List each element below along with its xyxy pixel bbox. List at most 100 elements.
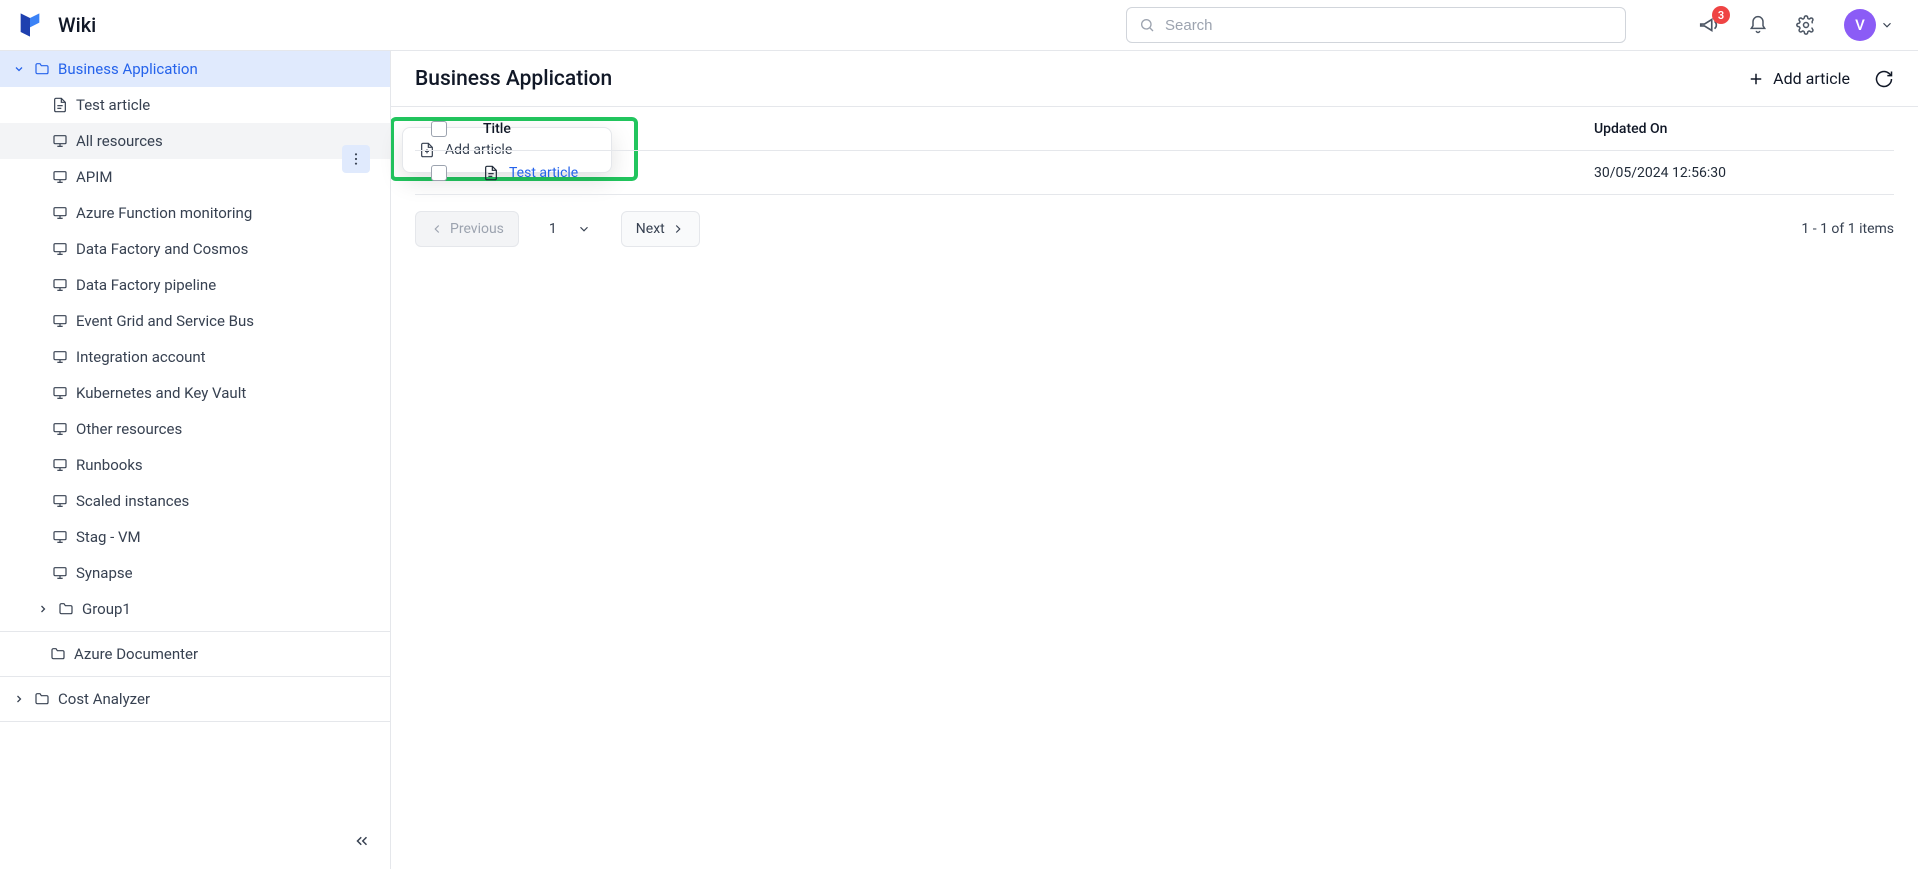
sidebar-item[interactable]: Synapse (0, 555, 390, 591)
sidebar-item[interactable]: Integration account (0, 339, 390, 375)
sidebar-item-label: Group1 (82, 600, 131, 618)
chevron-down-icon (1880, 18, 1894, 32)
main: Business Application Add article Title U… (390, 50, 1918, 869)
sidebar-item-label: Test article (76, 96, 150, 114)
header-icons: 3 V (1698, 9, 1902, 41)
app-title: Wiki (58, 13, 96, 37)
sidebar-item[interactable]: Data Factory and Cosmos (0, 231, 390, 267)
folder-icon (34, 61, 50, 77)
search-field[interactable] (1126, 7, 1626, 43)
monitor-icon (52, 133, 68, 149)
row-more-button[interactable] (342, 145, 370, 173)
sidebar-item-label: Scaled instances (76, 492, 189, 510)
monitor-icon (52, 493, 68, 509)
row-title-link[interactable]: Test article (509, 165, 578, 181)
sidebar-item[interactable]: Kubernetes and Key Vault (0, 375, 390, 411)
sidebar-item-label: APIM (76, 168, 112, 186)
monitor-icon (52, 421, 68, 437)
table-header: Title Updated On (415, 107, 1894, 151)
monitor-icon (52, 385, 68, 401)
page-select[interactable]: 1 (539, 221, 601, 237)
sidebar-item[interactable]: Data Factory pipeline (0, 267, 390, 303)
sidebar-item[interactable]: Event Grid and Service Bus (0, 303, 390, 339)
monitor-icon (52, 205, 68, 221)
monitor-icon (52, 529, 68, 545)
sidebar-item-label: Azure Documenter (74, 645, 198, 663)
sidebar: Business Application Test article All re… (0, 50, 390, 869)
sidebar-item-label: All resources (76, 132, 163, 150)
chevron-right-icon (36, 603, 50, 615)
next-label: Next (636, 221, 665, 237)
monitor-icon (52, 565, 68, 581)
sidebar-item-label: Business Application (58, 60, 198, 78)
sidebar-item[interactable]: All resources (0, 123, 390, 159)
sidebar-item-label: Event Grid and Service Bus (76, 312, 254, 330)
monitor-icon (52, 313, 68, 329)
add-article-button[interactable]: Add article (1747, 69, 1850, 88)
sidebar-item-label: Synapse (76, 564, 133, 582)
sidebar-folder-group1[interactable]: Group1 (0, 591, 390, 627)
select-all-checkbox[interactable] (431, 121, 447, 137)
next-button[interactable]: Next (621, 211, 700, 247)
sidebar-item[interactable]: Runbooks (0, 447, 390, 483)
search-input[interactable] (1165, 17, 1613, 34)
row-checkbox[interactable] (431, 165, 447, 181)
sidebar-item-label: Kubernetes and Key Vault (76, 384, 246, 402)
table-row[interactable]: Test article 30/05/2024 12:56:30 (415, 151, 1894, 195)
sidebar-item-label: Runbooks (76, 456, 143, 474)
sidebar-item-label: Azure Function monitoring (76, 204, 252, 222)
user-menu[interactable]: V (1844, 9, 1894, 41)
sidebar-folder-azure-documenter[interactable]: Azure Documenter (0, 636, 390, 672)
sidebar-item-label: Stag - VM (76, 528, 141, 546)
sidebar-folder-business-application[interactable]: Business Application (0, 51, 390, 87)
folder-icon (50, 646, 66, 662)
sidebar-item[interactable]: Other resources (0, 411, 390, 447)
monitor-icon (52, 457, 68, 473)
row-updated: 30/05/2024 12:56:30 (1594, 165, 1894, 181)
logo-icon (16, 11, 44, 39)
monitor-icon (52, 169, 68, 185)
settings-button[interactable] (1796, 15, 1816, 35)
sidebar-item[interactable]: Azure Function monitoring (0, 195, 390, 231)
divider (0, 676, 390, 677)
col-updated[interactable]: Updated On (1594, 121, 1894, 137)
notification-badge: 3 (1712, 6, 1730, 24)
chevron-down-icon (12, 63, 26, 75)
collapse-sidebar-button[interactable] (348, 827, 376, 855)
sidebar-item[interactable]: Stag - VM (0, 519, 390, 555)
prev-label: Previous (450, 221, 504, 237)
prev-button[interactable]: Previous (415, 211, 519, 247)
divider (0, 721, 390, 722)
monitor-icon (52, 277, 68, 293)
chevron-down-icon (577, 222, 591, 236)
main-header: Business Application Add article (391, 51, 1918, 107)
notifications-button[interactable] (1748, 15, 1768, 35)
refresh-button[interactable] (1874, 69, 1894, 89)
pager-info: 1 - 1 of 1 items (1801, 221, 1894, 237)
sidebar-item-label: Other resources (76, 420, 182, 438)
sidebar-item-label: Cost Analyzer (58, 690, 150, 708)
sidebar-item-label: Data Factory and Cosmos (76, 240, 248, 258)
page-number: 1 (549, 221, 557, 237)
file-icon (52, 97, 68, 113)
folder-icon (34, 691, 50, 707)
chevron-right-icon (12, 693, 26, 705)
page-title: Business Application (415, 67, 612, 91)
brand[interactable]: Wiki (16, 11, 96, 39)
sidebar-folder-cost-analyzer[interactable]: Cost Analyzer (0, 681, 390, 717)
file-icon (483, 165, 499, 181)
folder-icon (58, 601, 74, 617)
col-title[interactable]: Title (463, 121, 1594, 137)
divider (0, 631, 390, 632)
monitor-icon (52, 241, 68, 257)
pagination: Previous 1 Next 1 - 1 of 1 items (391, 195, 1918, 263)
sidebar-item[interactable]: APIM (0, 159, 390, 195)
sidebar-item[interactable]: Test article (0, 87, 390, 123)
sidebar-item[interactable]: Scaled instances (0, 483, 390, 519)
topbar: Wiki 3 V (0, 0, 1918, 50)
announcements-button[interactable]: 3 (1698, 14, 1720, 36)
sidebar-item-label: Integration account (76, 348, 206, 366)
monitor-icon (52, 349, 68, 365)
sidebar-item-label: Data Factory pipeline (76, 276, 216, 294)
avatar: V (1844, 9, 1876, 41)
